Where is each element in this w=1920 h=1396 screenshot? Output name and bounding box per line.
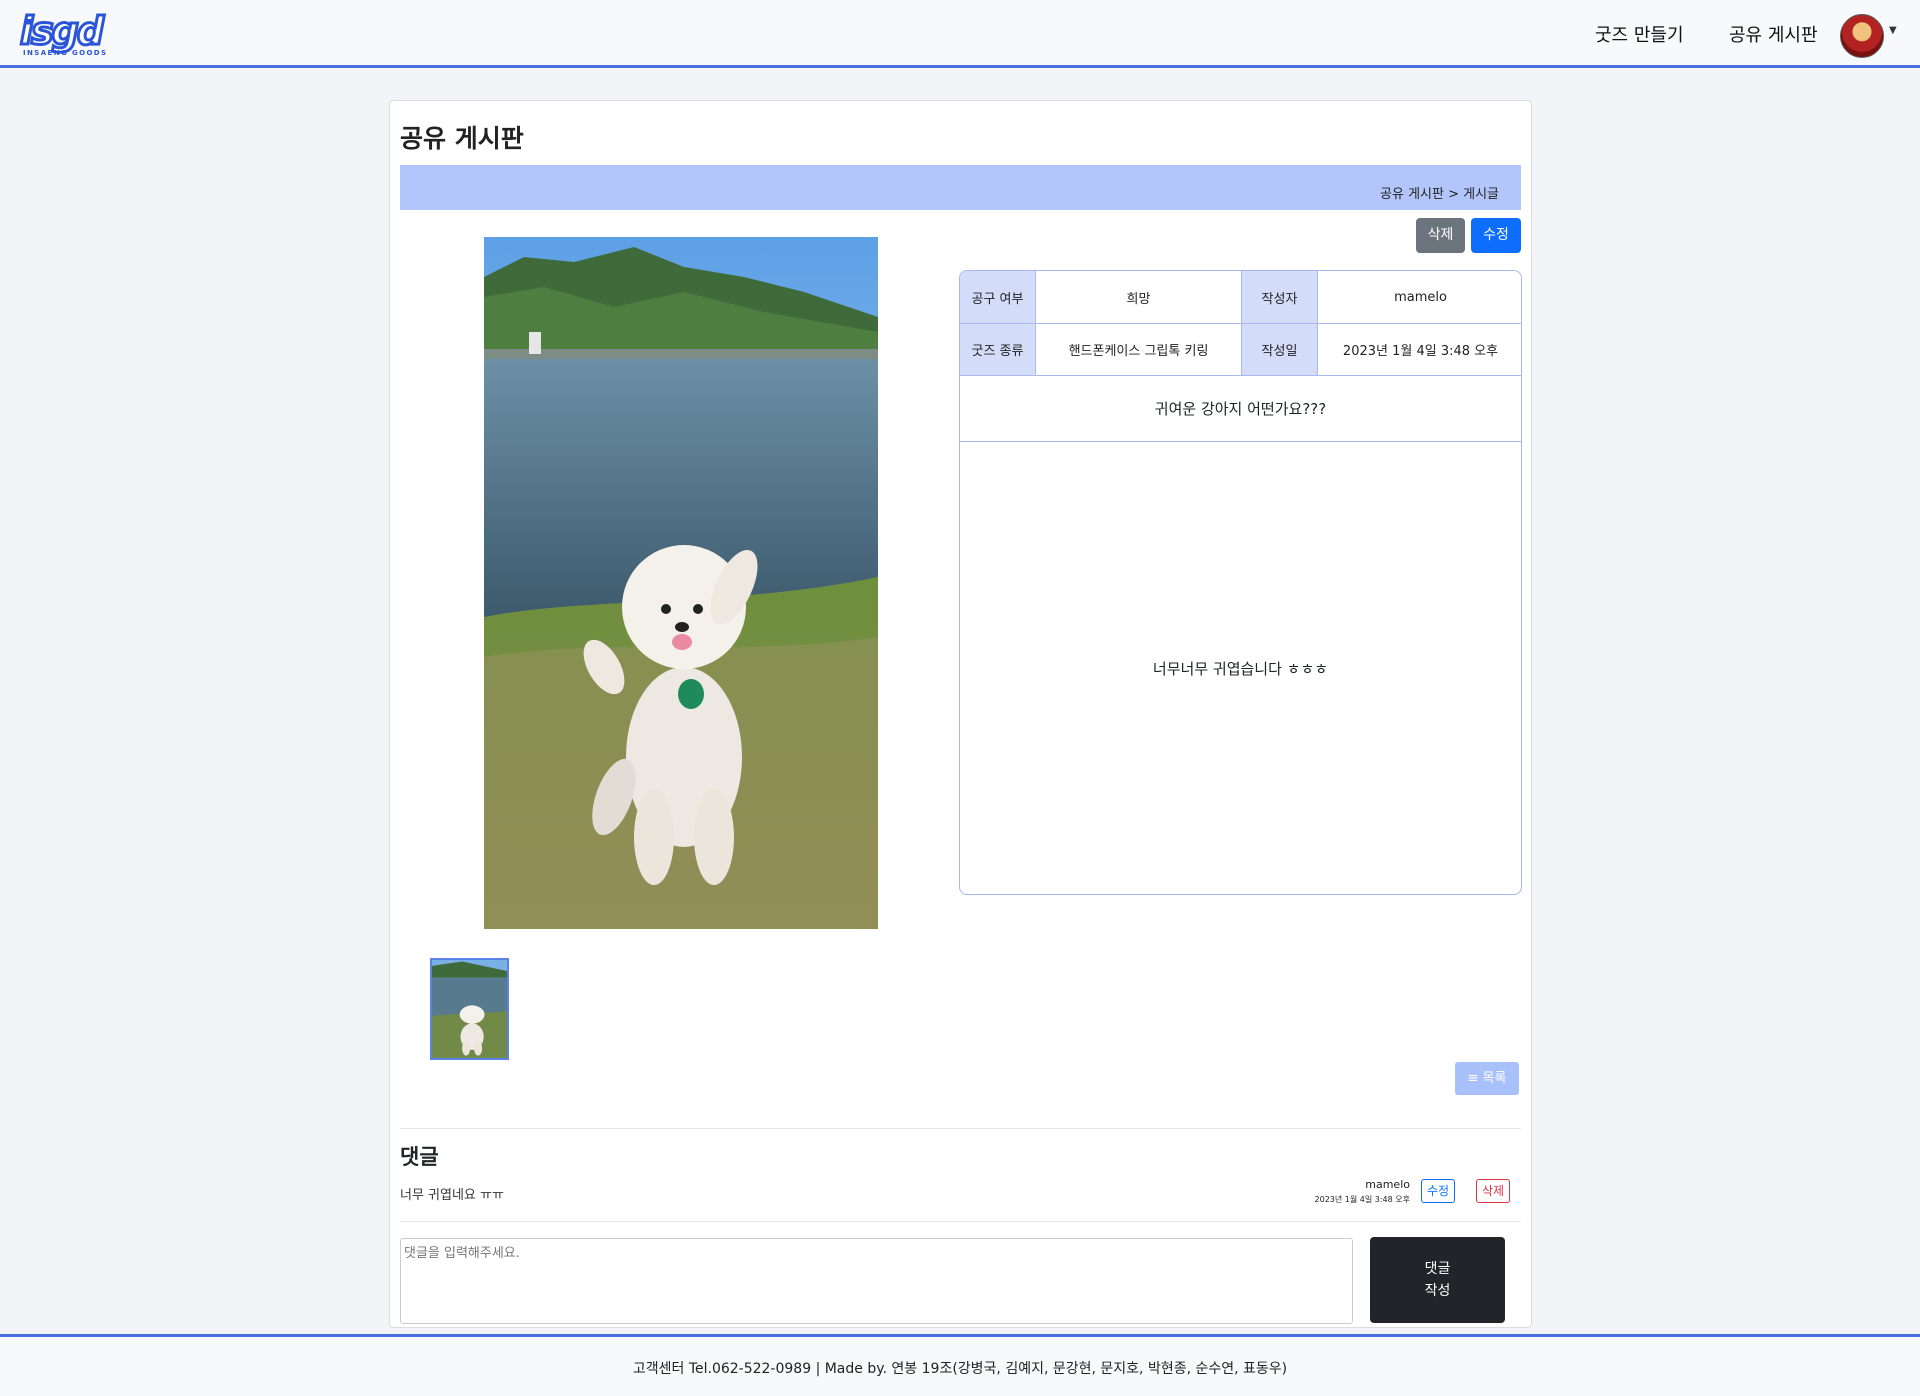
top-navbar: isgd INSAENG GOODS 굿즈 만들기 공유 게시판 ▼ [0,0,1920,68]
logo-subtitle: INSAENG GOODS [23,49,108,57]
comment-edit-button[interactable]: 수정 [1421,1179,1455,1203]
comment-input[interactable] [400,1238,1353,1324]
post-title: 귀여운 강아지 어떤가요??? [960,376,1521,442]
nav-share-board[interactable]: 공유 게시판 [1729,21,1818,47]
breadcrumb-text: 공유 게시판 > 게시글 [1380,187,1499,202]
nav-goods-make[interactable]: 굿즈 만들기 [1595,21,1684,47]
post-main-image [484,237,878,929]
image-thumbnail[interactable] [430,958,509,1060]
submit-label-line1: 댓글 [1424,1261,1451,1277]
author-label: 작성자 [1242,271,1318,324]
comment-text: 너무 귀엽네요 ㅠㅠ [400,1188,504,1203]
post-info-table: 공구 여부 희망 작성자 mamelo 굿즈 종류 핸드폰케이스 그립톡 키링 … [959,270,1522,895]
author-value: mamelo [1318,271,1521,324]
chevron-down-icon[interactable]: ▼ [1889,25,1897,36]
goods-type-label: 굿즈 종류 [960,324,1036,376]
post-card: 공유 게시판 공유 게시판 > 게시글 삭제 수정 공구 여부 희망 작성자 m… [389,100,1532,1328]
goods-type-value: 핸드폰케이스 그립톡 키링 [1036,324,1242,376]
logo-text: isgd [18,9,105,53]
breadcrumb: 공유 게시판 > 게시글 [400,165,1521,210]
comments-heading: 댓글 [400,1145,439,1169]
user-avatar[interactable] [1840,14,1884,58]
submit-label-line2: 작성 [1424,1283,1451,1299]
comment-date: 2023년 1월 4일 3:48 오후 [1314,1195,1410,1204]
page-title: 공유 게시판 [400,124,524,153]
comment-delete-button[interactable]: 삭제 [1476,1179,1510,1203]
page-footer: 고객센터 Tel.062-522-0989 | Made by. 연봉 19조(… [0,1334,1920,1396]
footer-text: 고객센터 Tel.062-522-0989 | Made by. 연봉 19조(… [632,1361,1288,1377]
date-label: 작성일 [1242,324,1318,376]
comment-author: mamelo [1365,1178,1410,1191]
site-logo[interactable]: isgd INSAENG GOODS [18,9,120,58]
post-content: 너무너무 귀엽습니다 ㅎㅎㅎ [1152,659,1329,678]
list-button[interactable]: ≡ 목록 [1455,1062,1519,1095]
group-buy-value: 희망 [1036,271,1242,324]
date-value: 2023년 1월 4일 3:48 오후 [1318,324,1521,376]
delete-post-button[interactable]: 삭제 [1416,218,1465,253]
group-buy-label: 공구 여부 [960,271,1036,324]
divider [400,1128,1521,1129]
divider [400,1221,1521,1222]
edit-post-button[interactable]: 수정 [1471,218,1521,253]
comment-submit-button[interactable]: 댓글 작성 [1370,1237,1505,1323]
